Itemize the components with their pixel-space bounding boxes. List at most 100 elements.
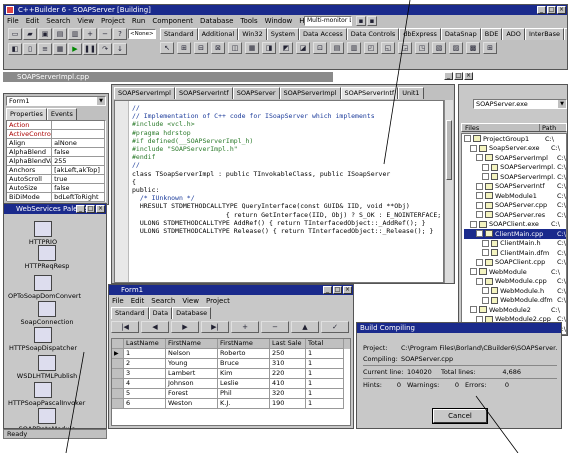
- code-line[interactable]: //: [132, 161, 443, 169]
- tab-editor-file[interactable]: SOAPServerIntf: [340, 87, 399, 99]
- expand-icon[interactable]: [482, 296, 489, 304]
- palette-tab[interactable]: WebServices: [564, 28, 567, 40]
- component-icon[interactable]: ◳: [415, 42, 429, 54]
- table-cell[interactable]: Kim: [218, 369, 270, 379]
- grid-column-header[interactable]: Last Sale: [270, 339, 306, 349]
- expand-icon[interactable]: [482, 287, 489, 295]
- table-cell[interactable]: 1: [306, 379, 344, 389]
- tree-item[interactable]: ProjectGroup1 C:\: [464, 134, 566, 144]
- tree-item[interactable]: SOAPServer.cpp C:\: [464, 201, 566, 211]
- component-icon[interactable]: ⊟: [194, 42, 208, 54]
- table-row[interactable]: 4 Johnson Leslie 410 1: [112, 379, 350, 389]
- property-row[interactable]: Anchors [akLeft,akTop]: [7, 166, 105, 175]
- component-icon[interactable]: ◩: [279, 42, 293, 54]
- expand-icon[interactable]: [482, 239, 489, 247]
- table-cell[interactable]: 1: [306, 349, 344, 359]
- code-line[interactable]: #pragma hdrstop: [132, 129, 443, 137]
- config-combo[interactable]: <None>: [128, 29, 156, 39]
- palette-tab[interactable]: Data Controls: [346, 28, 400, 40]
- table-row[interactable]: 6 Weston K.J. 190 1: [112, 399, 350, 409]
- tree-item[interactable]: WebModule C:\: [464, 267, 566, 277]
- expand-icon[interactable]: [476, 192, 483, 200]
- property-row[interactable]: Action: [7, 121, 105, 130]
- prior-record-icon[interactable]: ◀: [141, 321, 169, 333]
- grid-column-header[interactable]: FirstName: [218, 339, 270, 349]
- table-cell[interactable]: K.J.: [218, 399, 270, 409]
- tab-editor-file[interactable]: Unit1: [398, 87, 424, 99]
- tab-editor-file[interactable]: SOAPServerImpl: [114, 87, 175, 99]
- code-line[interactable]: #include <vcl.h>: [132, 120, 443, 128]
- menu-item-project[interactable]: Project: [206, 296, 230, 306]
- expand-icon[interactable]: [476, 154, 483, 162]
- insert-record-icon[interactable]: +: [231, 321, 259, 333]
- table-cell[interactable]: Leslie: [218, 379, 270, 389]
- new-form-icon[interactable]: ▯: [23, 43, 37, 55]
- tab-editor-file[interactable]: SOAPServer: [232, 87, 280, 99]
- code-line[interactable]: //: [132, 104, 443, 112]
- component-icon[interactable]: ▨: [449, 42, 463, 54]
- code-line[interactable]: HRESULT STDMETHODCALLTYPE QueryInterface…: [132, 202, 443, 210]
- code-line[interactable]: {: [132, 178, 443, 186]
- remove-file-icon[interactable]: −: [98, 28, 112, 40]
- property-value[interactable]: true: [52, 175, 105, 184]
- expand-icon[interactable]: [476, 182, 483, 190]
- tree-item[interactable]: WebModule2 C:\: [464, 305, 566, 315]
- tree-item[interactable]: SOAPClient.cpp C:\: [464, 258, 566, 268]
- tree-item[interactable]: SOAPServerImpl.h C:\: [464, 172, 566, 182]
- pointer-icon[interactable]: ↖: [160, 42, 174, 54]
- component-icon[interactable]: ▧: [432, 42, 446, 54]
- chevron-down-icon[interactable]: ▼: [97, 97, 105, 105]
- table-cell[interactable]: Bruce: [218, 359, 270, 369]
- menu-item-edit[interactable]: Edit: [131, 296, 145, 306]
- table-cell[interactable]: Lambert: [166, 369, 218, 379]
- palette-tab[interactable]: InterBase: [524, 28, 565, 40]
- table-cell[interactable]: 2: [124, 359, 166, 369]
- table-cell[interactable]: 320: [270, 389, 306, 399]
- component-icon[interactable]: ▥: [347, 42, 361, 54]
- minimize-button[interactable]: _: [76, 205, 85, 213]
- expand-icon[interactable]: [482, 173, 489, 181]
- expand-icon[interactable]: [476, 211, 483, 219]
- table-cell[interactable]: Forest: [166, 389, 218, 399]
- component-icon[interactable]: ◰: [364, 42, 378, 54]
- property-row[interactable]: AutoSize false: [7, 184, 105, 193]
- property-row[interactable]: AlphaBlendValue255: [7, 157, 105, 166]
- code-text[interactable]: //// Implementation of C++ code for ISoa…: [132, 104, 443, 235]
- table-cell[interactable]: 6: [124, 399, 166, 409]
- property-value[interactable]: bdLeftToRight: [52, 193, 105, 202]
- expand-icon[interactable]: [470, 220, 477, 228]
- expand-icon[interactable]: [470, 268, 477, 276]
- component-icon[interactable]: ◪: [296, 42, 310, 54]
- close-button[interactable]: ×: [464, 72, 473, 80]
- component-icon[interactable]: ◨: [262, 42, 276, 54]
- step-over-icon[interactable]: ↷: [98, 43, 112, 55]
- tab-data[interactable]: Data: [148, 307, 173, 319]
- menu-item-tools[interactable]: Tools: [240, 16, 257, 26]
- tab-properties[interactable]: Properties: [6, 108, 47, 120]
- table-row[interactable]: 5 Forest Phil 320 1: [112, 389, 350, 399]
- run-icon[interactable]: ▶: [68, 43, 82, 55]
- table-cell[interactable]: 310: [270, 359, 306, 369]
- table-cell[interactable]: 3: [124, 369, 166, 379]
- expand-icon[interactable]: [476, 258, 483, 266]
- property-value[interactable]: [akLeft,akTop]: [52, 166, 105, 175]
- property-value[interactable]: alNone: [52, 139, 105, 148]
- table-cell[interactable]: Nelson: [166, 349, 218, 359]
- component-icon[interactable]: ⊞: [483, 42, 497, 54]
- table-cell[interactable]: 1: [306, 359, 344, 369]
- table-row[interactable]: 2 Young Bruce 310 1: [112, 359, 350, 369]
- editor-vertical-scrollbar[interactable]: [444, 100, 453, 283]
- expand-icon[interactable]: [464, 135, 471, 143]
- tab-editor-file[interactable]: SOAPServerImpl: [279, 87, 341, 99]
- table-cell[interactable]: Roberto: [218, 349, 270, 359]
- palette-item[interactable]: SOAPDataModule: [12, 408, 82, 428]
- edit-record-icon[interactable]: ▲: [291, 321, 319, 333]
- menu-item-database[interactable]: Database: [200, 16, 233, 26]
- component-icon[interactable]: ▩: [466, 42, 480, 54]
- property-row[interactable]: BiDiMode bdLeftToRight: [7, 193, 105, 202]
- table-cell[interactable]: 190: [270, 399, 306, 409]
- component-icon[interactable]: ⊞: [177, 42, 191, 54]
- layout-options-button[interactable]: ▪: [367, 16, 377, 26]
- column-path[interactable]: Path: [540, 124, 556, 132]
- palette-item[interactable]: HTTPReqResp: [12, 245, 82, 270]
